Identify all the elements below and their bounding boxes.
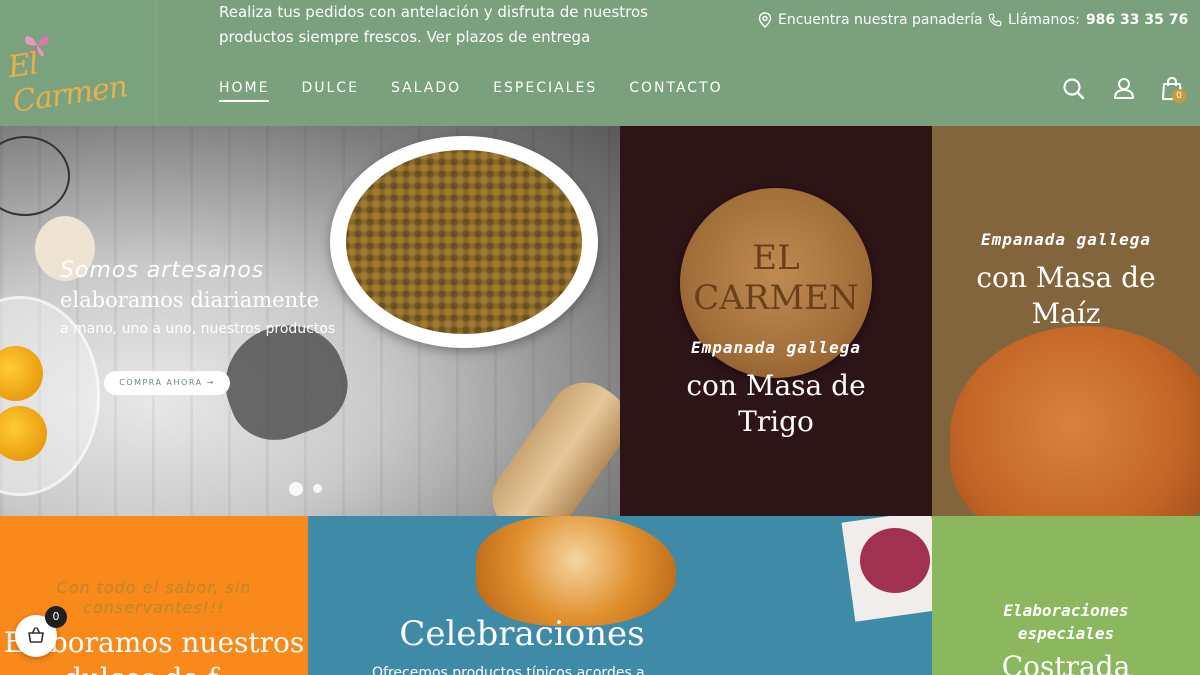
promo-card-maiz[interactable]: Empanada gallega con Masa de Maíz xyxy=(932,126,1200,516)
pastry-image xyxy=(476,516,676,626)
promo-card-trigo[interactable]: EL CARMEN Empanada gallega con Masa de T… xyxy=(620,126,932,516)
nav-home[interactable]: HOME xyxy=(219,80,270,102)
promo-line-1: Realiza tus pedidos con antelación y dis… xyxy=(219,3,648,21)
main-nav: HOME DULCE SALADO ESPECIALES CONTACTO xyxy=(219,80,723,102)
hero-heading: Somos artesanos xyxy=(60,258,265,283)
donut-image xyxy=(860,528,930,593)
card-title-line-1: con Masa de xyxy=(976,261,1156,294)
find-store-label: Encuentra nuestra panadería xyxy=(778,12,983,28)
shop-now-button[interactable]: COMPRA AHORA → xyxy=(104,371,230,395)
phone-number: 986 33 35 76 xyxy=(1085,12,1189,28)
card-tagline-line-1: Con todo el sabor, sin xyxy=(56,578,252,597)
floating-cart-count: 0 xyxy=(45,606,67,628)
phone-icon xyxy=(988,13,1002,27)
nav-salado[interactable]: SALADO xyxy=(391,80,461,102)
location-pin-icon xyxy=(758,12,772,28)
site-header: El Carmen Realiza tus pedidos con antela… xyxy=(0,0,1200,126)
card-title: Costrada xyxy=(1001,650,1131,675)
promo-banner[interactable]: Realiza tus pedidos con antelación y dis… xyxy=(219,0,659,50)
find-store-link[interactable]: Encuentra nuestra panadería xyxy=(758,12,983,28)
card-subtitle: Ofrecemos productos típicos acordes a... xyxy=(372,665,659,675)
promo-card-celebraciones[interactable]: Celebraciones Ofrecemos productos típico… xyxy=(308,516,932,675)
card-title: con Masa de Maíz xyxy=(932,260,1200,332)
call-label: Llámanos: xyxy=(1008,12,1080,28)
card-title: Celebraciones xyxy=(399,614,645,654)
empanada-stamp: EL CARMEN xyxy=(693,238,859,318)
card-subtitle: Empanada gallega xyxy=(980,230,1152,249)
card-tagline: Elaboraciones especiales xyxy=(932,599,1200,645)
slider-dot-1[interactable] xyxy=(289,482,303,496)
logo[interactable]: El Carmen xyxy=(0,0,157,126)
cart-count-badge: 0 xyxy=(1172,89,1186,103)
nav-dulce[interactable]: DULCE xyxy=(301,80,358,102)
account-icon[interactable] xyxy=(1111,76,1137,102)
promo-card-especiales[interactable]: Elaboraciones especiales Costrada xyxy=(932,516,1200,675)
nav-contacto[interactable]: CONTACTO xyxy=(629,80,722,102)
shopping-basket-icon xyxy=(28,627,44,643)
slider-dot-2[interactable] xyxy=(313,484,322,493)
card-title-line-2: Maíz xyxy=(1031,297,1101,330)
search-icon[interactable] xyxy=(1061,76,1087,102)
card-tagline-line-2: especiales xyxy=(1017,624,1115,643)
hero-subheading: elaboramos diariamente xyxy=(60,288,320,312)
card-title: con Masa de Trigo xyxy=(620,368,932,440)
hero-description: a mano, uno a uno, nuestros productos xyxy=(60,321,336,337)
hero-slider: Somos artesanos elaboramos diariamente a… xyxy=(0,126,620,516)
call-link[interactable]: Llámanos: 986 33 35 76 xyxy=(988,12,1188,28)
card-title-line-2: Trigo xyxy=(738,405,814,438)
card-subtitle: Empanada gallega xyxy=(690,338,862,357)
card-tagline-line-1: Elaboraciones xyxy=(1003,601,1129,620)
card-title-line-1: con Masa de xyxy=(686,369,866,402)
card-title-line-2: dulces de f... xyxy=(0,662,308,675)
promo-line-2: productos siempre frescos. Ver plazos de… xyxy=(219,28,591,46)
pie-image xyxy=(330,136,598,348)
nav-especiales[interactable]: ESPECIALES xyxy=(493,80,597,102)
empanada-maiz-image xyxy=(950,326,1200,516)
